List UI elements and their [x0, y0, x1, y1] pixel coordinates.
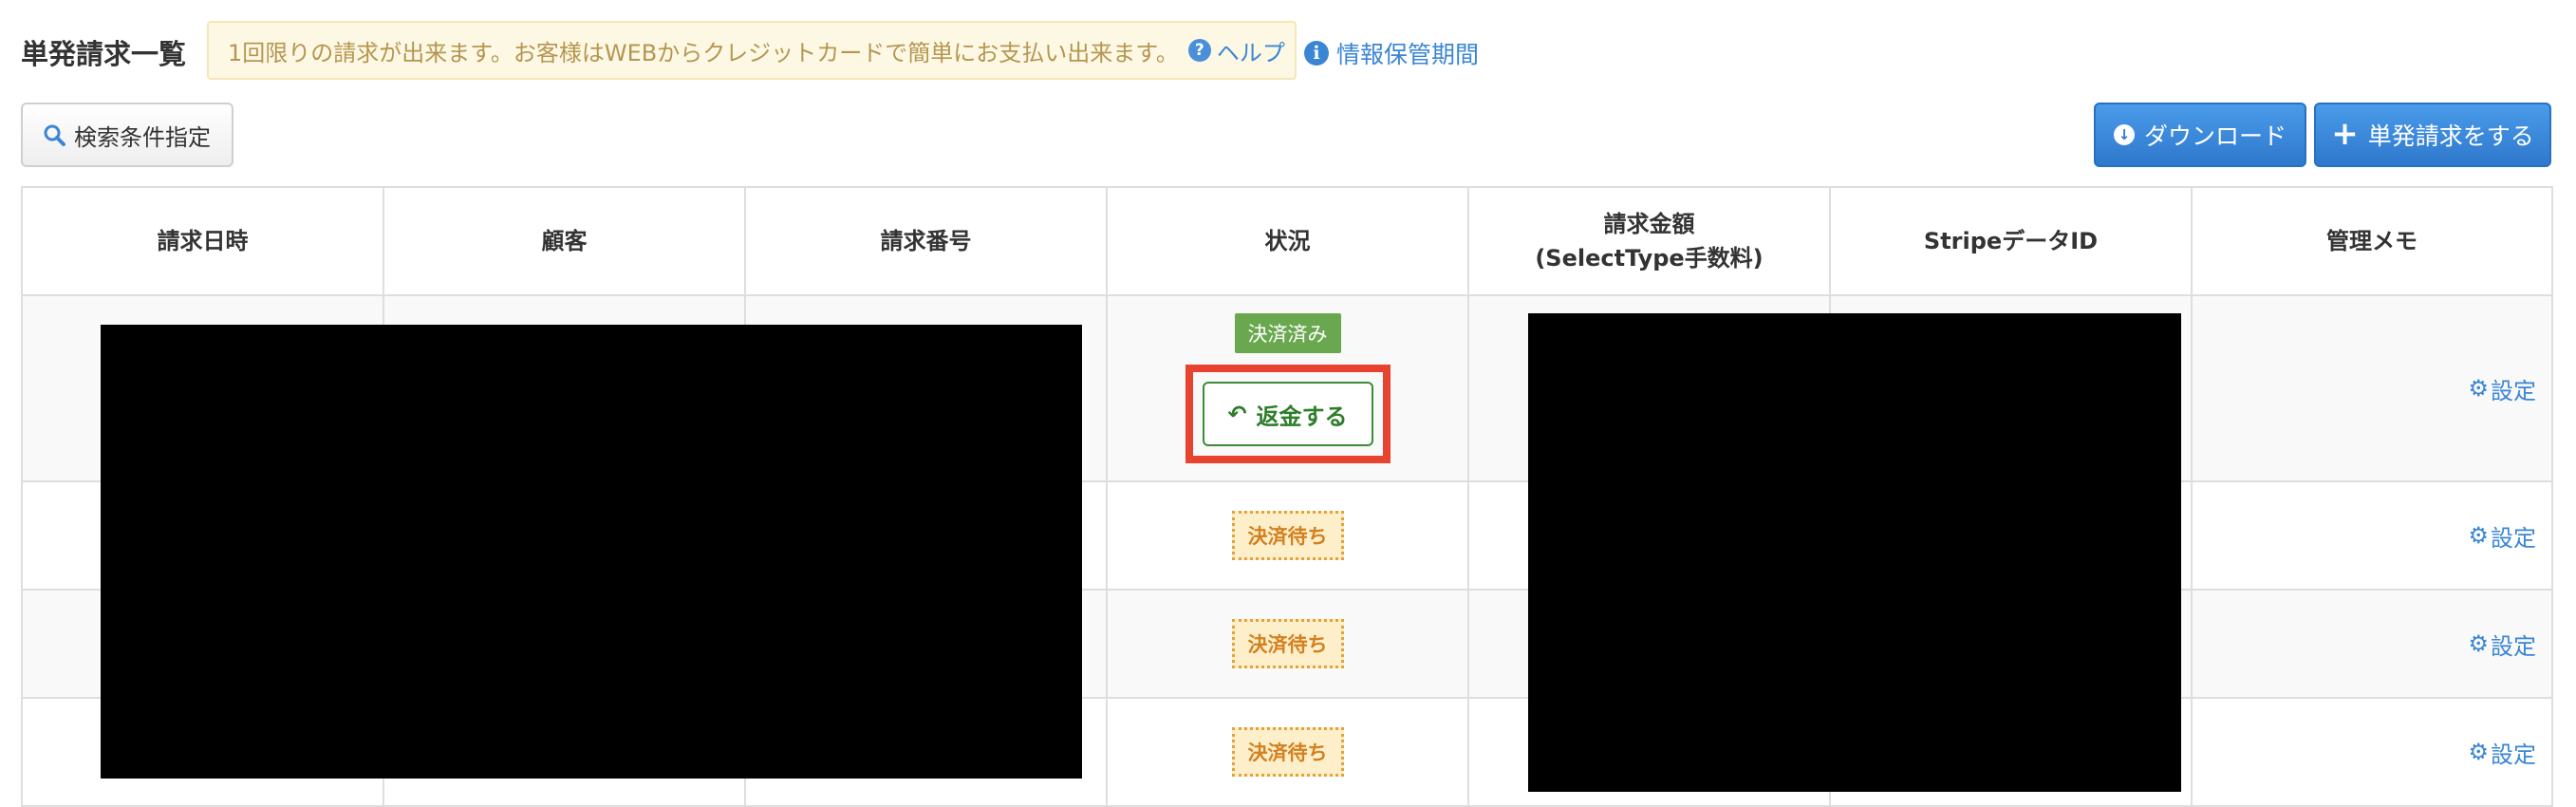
- col-header-date: 請求日時: [21, 186, 384, 296]
- status-badge: 決済待ち: [1231, 727, 1344, 777]
- memo-settings-link[interactable]: ⚙ 設定: [2468, 736, 2536, 769]
- status-badge: 決済待ち: [1231, 511, 1344, 560]
- cell-status: 決済済み ↶ 返金する: [1106, 294, 1469, 482]
- download-icon: ↓: [2113, 124, 2135, 145]
- settings-label: 設定: [2491, 632, 2536, 660]
- redaction-block-left: [101, 325, 1082, 779]
- memo-settings-link[interactable]: ⚙ 設定: [2468, 519, 2536, 553]
- reply-icon: ↶: [1227, 401, 1247, 427]
- download-label: ダウンロード: [2143, 122, 2287, 150]
- plus-icon: +: [2331, 114, 2359, 153]
- settings-label: 設定: [2491, 524, 2536, 552]
- help-link[interactable]: ? ヘルプ: [1187, 34, 1285, 67]
- refund-button[interactable]: ↶ 返金する: [1202, 382, 1373, 446]
- cell-memo: ⚙ 設定: [2191, 589, 2553, 699]
- info-icon: i: [1304, 41, 1329, 66]
- notice-text: 1回限りの請求が出来ます。お客様はWEBからクレジットカードで簡単にお支払い出来…: [228, 39, 1179, 66]
- info-retention-link[interactable]: i 情報保管期間: [1304, 36, 1479, 70]
- cell-memo: ⚙ 設定: [2191, 294, 2553, 482]
- status-badge: 決済待ち: [1231, 619, 1344, 668]
- help-label: ヘルプ: [1216, 39, 1285, 66]
- notice-banner: 1回限りの請求が出来ます。お客様はWEBからクレジットカードで簡単にお支払い出来…: [207, 21, 1297, 80]
- highlight-box: ↶ 返金する: [1185, 365, 1391, 463]
- redaction-block-right: [1528, 313, 2181, 792]
- info-label: 情報保管期間: [1336, 41, 1480, 68]
- cell-memo: ⚙ 設定: [2191, 697, 2553, 807]
- new-charge-button[interactable]: + 単発請求をする: [2314, 103, 2551, 167]
- search-label: 検索条件指定: [74, 123, 211, 151]
- gear-icon: ⚙: [2468, 522, 2489, 549]
- gear-icon: ⚙: [2468, 739, 2489, 765]
- search-conditions-button[interactable]: 検索条件指定: [21, 103, 233, 167]
- col-header-number: 請求番号: [744, 186, 1108, 296]
- amount-header-label: 請求金額: [1603, 211, 1695, 237]
- download-button[interactable]: ↓ ダウンロード: [2094, 103, 2306, 167]
- settings-label: 設定: [2491, 377, 2536, 404]
- col-header-stripe-id: StripeデータID: [1829, 186, 2193, 296]
- cell-status: 決済待ち: [1106, 697, 1469, 807]
- refund-label: 返金する: [1256, 403, 1348, 430]
- cell-status: 決済待ち: [1106, 589, 1469, 699]
- table-header-row: 請求日時 顧客 請求番号 状況 請求金額 (SelectType手数料) Str…: [21, 186, 2553, 296]
- col-header-customer: 顧客: [383, 186, 746, 296]
- memo-settings-link[interactable]: ⚙ 設定: [2468, 628, 2536, 661]
- col-header-memo: 管理メモ: [2191, 186, 2553, 296]
- page-title: 単発請求一覧: [21, 38, 187, 70]
- gear-icon: ⚙: [2468, 630, 2489, 657]
- search-icon: [44, 124, 65, 146]
- cell-memo: ⚙ 設定: [2191, 480, 2553, 591]
- col-header-amount: 請求金額 (SelectType手数料): [1467, 186, 1831, 296]
- help-icon: ?: [1187, 39, 1211, 62]
- col-header-status: 状況: [1106, 186, 1469, 296]
- status-badge: 決済済み: [1234, 313, 1341, 353]
- gear-icon: ⚙: [2468, 375, 2489, 402]
- memo-settings-link[interactable]: ⚙ 設定: [2468, 372, 2536, 405]
- cell-status: 決済待ち: [1106, 480, 1469, 591]
- settings-label: 設定: [2491, 741, 2536, 768]
- amount-header-sublabel: (SelectType手数料): [1535, 245, 1764, 272]
- new-charge-label: 単発請求をする: [2367, 122, 2534, 150]
